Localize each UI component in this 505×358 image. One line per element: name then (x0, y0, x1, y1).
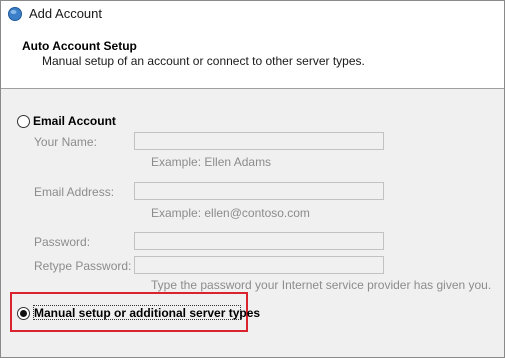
retype-password-field[interactable] (134, 256, 384, 274)
your-name-field[interactable] (134, 132, 384, 150)
your-name-hint: Example: Ellen Adams (151, 155, 272, 169)
email-address-hint: Example: ellen@contoso.com (151, 206, 310, 220)
radio-selected-dot (20, 310, 27, 317)
header-title: Auto Account Setup (22, 39, 137, 53)
password-label: Password: (34, 235, 91, 249)
content-panel: Email Account Your Name: Example: Ellen … (1, 89, 504, 357)
email-account-radio[interactable] (17, 115, 30, 128)
retype-password-label: Retype Password: (34, 259, 132, 273)
manual-setup-radio[interactable] (17, 307, 30, 320)
email-address-field[interactable] (134, 182, 384, 200)
header-subtitle: Manual setup of an account or connect to… (42, 54, 365, 68)
header-panel: Auto Account Setup Manual setup of an ac… (1, 27, 504, 89)
password-field[interactable] (134, 232, 384, 250)
manual-setup-label[interactable]: Manual setup or additional server types (34, 306, 260, 320)
outlook-app-icon (8, 7, 22, 21)
title-bar: Add Account (1, 1, 504, 27)
window-title: Add Account (29, 6, 102, 21)
email-address-label: Email Address: (34, 185, 115, 199)
add-account-dialog: Add Account Auto Account Setup Manual se… (0, 0, 505, 358)
email-account-label[interactable]: Email Account (33, 114, 116, 128)
your-name-label: Your Name: (34, 135, 97, 149)
retype-password-hint: Type the password your Internet service … (151, 278, 492, 292)
